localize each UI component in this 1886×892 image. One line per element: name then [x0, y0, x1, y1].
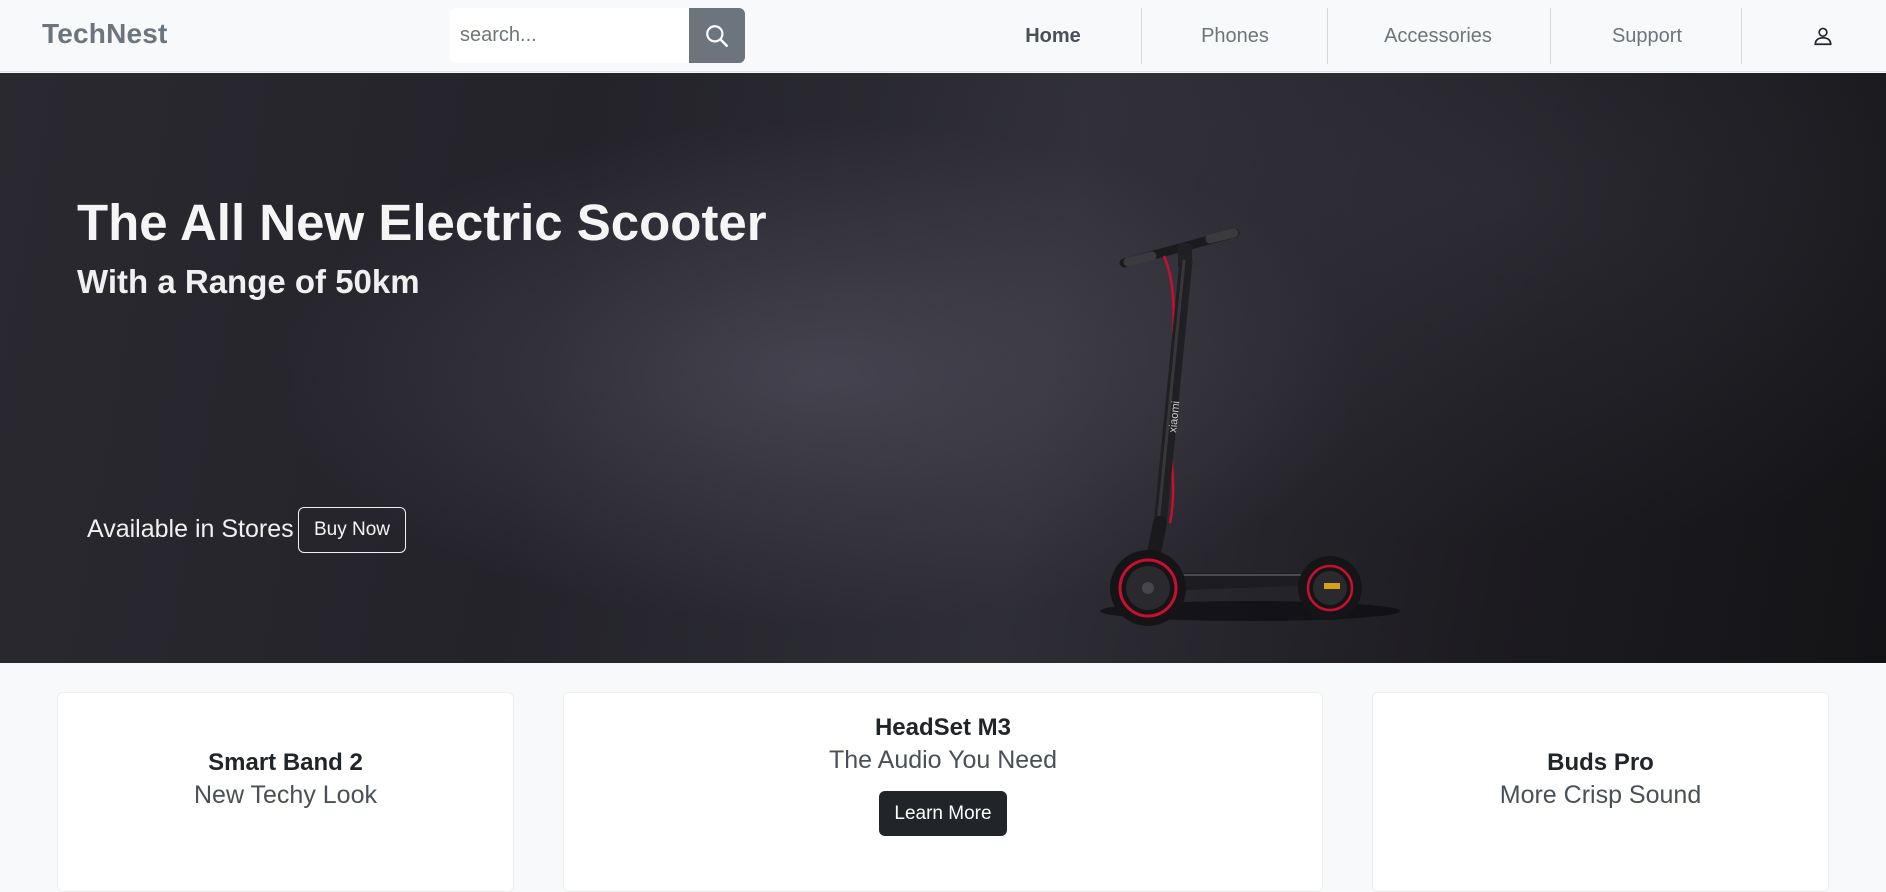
nav-item-accessories[interactable]: Accessories — [1350, 0, 1526, 72]
scooter-image: xiaomi — [1100, 228, 1400, 626]
nav-divider — [1550, 8, 1551, 64]
nav-item-home[interactable]: Home — [1003, 0, 1103, 72]
product-title: Smart Band 2 — [208, 749, 363, 776]
hero-banner: The All New Electric Scooter With a Rang… — [0, 73, 1886, 663]
learn-more-button[interactable]: Learn More — [879, 791, 1007, 836]
product-card-headset[interactable]: HeadSet M3 The Audio You Need Learn More — [563, 692, 1323, 892]
user-account-button[interactable] — [1800, 16, 1846, 56]
nav-item-phones[interactable]: Phones — [1166, 0, 1304, 72]
product-card-buds-pro[interactable]: Buds Pro More Crisp Sound — [1372, 692, 1829, 892]
buy-now-button[interactable]: Buy Now — [298, 507, 407, 553]
product-title: HeadSet M3 — [874, 714, 1012, 741]
product-title: Buds Pro — [1547, 749, 1654, 776]
scooter-brand-text: xiaomi — [1167, 400, 1182, 433]
nav-divider — [1741, 8, 1742, 64]
nav-divider — [1141, 8, 1142, 64]
product-card-smart-band[interactable]: Smart Band 2 New Techy Look — [57, 692, 514, 892]
nav-item-support[interactable]: Support — [1580, 0, 1714, 72]
product-subtitle: The Audio You Need — [829, 746, 1057, 774]
hero-title: The All New Electric Scooter — [77, 194, 767, 251]
product-subtitle: More Crisp Sound — [1499, 781, 1702, 809]
main-nav: Home Phones Accessories Support — [0, 0, 1886, 72]
nav-divider — [1327, 8, 1328, 64]
product-subtitle: New Techy Look — [194, 781, 377, 809]
availability-text: Available in Stores — [87, 515, 294, 543]
person-icon — [1814, 27, 1832, 46]
hero-subtitle: With a Range of 50km — [77, 263, 420, 300]
navbar: TechNest Home Phones Accessories Support — [0, 0, 1886, 72]
